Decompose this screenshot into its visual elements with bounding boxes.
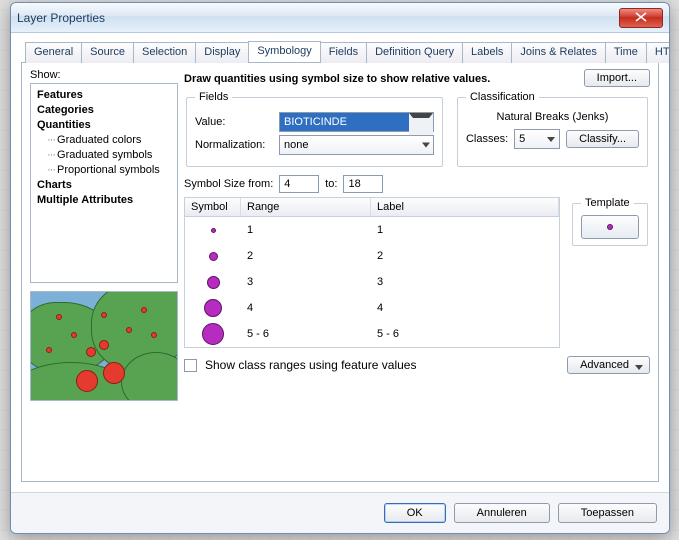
normalization-label: Normalization: xyxy=(195,139,273,151)
range-cell: 4 xyxy=(241,302,371,314)
show-tree[interactable]: FeaturesCategoriesQuantitiesGraduated co… xyxy=(30,83,178,283)
classify-button[interactable]: Classify... xyxy=(566,130,639,148)
cancel-button[interactable]: Annuleren xyxy=(454,503,550,523)
show-ranges-label: Show class ranges using feature values xyxy=(205,358,416,372)
description-text: Draw quantities using symbol size to sho… xyxy=(184,71,584,85)
symbol-icon xyxy=(202,323,224,345)
chevron-down-icon xyxy=(547,137,555,142)
label-cell: 3 xyxy=(371,276,559,288)
fields-group: Fields Value: BIOTICINDE Normalization: … xyxy=(186,91,443,167)
symbol-size-to-input[interactable] xyxy=(343,175,383,193)
tab-general[interactable]: General xyxy=(25,42,82,63)
table-row[interactable]: 22 xyxy=(185,243,559,269)
map-preview xyxy=(30,291,178,401)
right-column: Draw quantities using symbol size to sho… xyxy=(184,69,650,473)
col-range[interactable]: Range xyxy=(241,198,371,216)
tab-source[interactable]: Source xyxy=(81,42,134,63)
symbol-icon xyxy=(209,252,218,261)
tab-fields[interactable]: Fields xyxy=(320,42,367,63)
template-group: Template xyxy=(572,197,648,246)
show-item-proportional-symbols[interactable]: Proportional symbols xyxy=(37,163,171,178)
close-button[interactable] xyxy=(619,8,663,28)
symbol-icon xyxy=(204,299,222,317)
table-row[interactable]: 11 xyxy=(185,217,559,243)
fields-legend: Fields xyxy=(195,91,232,103)
label-cell: 2 xyxy=(371,250,559,262)
symbol-icon xyxy=(211,228,216,233)
chevron-down-icon xyxy=(422,143,430,148)
classes-combo[interactable]: 5 xyxy=(514,129,560,149)
dialog-button-row: OK Annuleren Toepassen xyxy=(11,492,669,533)
tab-joins-relates[interactable]: Joins & Relates xyxy=(511,42,605,63)
classification-group: Classification Natural Breaks (Jenks) Cl… xyxy=(457,91,648,167)
classification-legend: Classification xyxy=(466,91,539,103)
tab-symbology: Show: FeaturesCategoriesQuantitiesGradua… xyxy=(21,63,659,482)
left-column: Show: FeaturesCategoriesQuantitiesGradua… xyxy=(30,69,178,473)
symbol-size-to-label: to: xyxy=(325,178,337,190)
tab-symbology[interactable]: Symbology xyxy=(248,41,320,62)
range-cell: 2 xyxy=(241,250,371,262)
close-icon xyxy=(635,11,647,25)
tab-selection[interactable]: Selection xyxy=(133,42,196,63)
value-label: Value: xyxy=(195,116,273,128)
label-cell: 1 xyxy=(371,224,559,236)
table-row[interactable]: 44 xyxy=(185,295,559,321)
show-item-graduated-symbols[interactable]: Graduated symbols xyxy=(37,148,171,163)
show-group-charts[interactable]: Charts xyxy=(37,178,171,193)
show-group-quantities[interactable]: Quantities xyxy=(37,118,171,133)
template-swatch[interactable] xyxy=(581,215,639,239)
template-symbol-icon xyxy=(607,224,613,230)
window-title: Layer Properties xyxy=(17,11,619,25)
show-label: Show: xyxy=(30,69,178,81)
tab-display[interactable]: Display xyxy=(195,42,249,63)
tab-labels[interactable]: Labels xyxy=(462,42,512,63)
symbol-size-from-input[interactable] xyxy=(279,175,319,193)
tab-definition-query[interactable]: Definition Query xyxy=(366,42,463,63)
classes-table[interactable]: Symbol Range Label 112233445 - 65 - 6 xyxy=(184,197,560,348)
import-button[interactable]: Import... xyxy=(584,69,650,87)
range-cell: 5 - 6 xyxy=(241,328,371,340)
table-row[interactable]: 5 - 65 - 6 xyxy=(185,321,559,347)
show-ranges-checkbox[interactable] xyxy=(184,359,197,372)
layer-properties-dialog: Layer Properties GeneralSourceSelectionD… xyxy=(10,2,670,534)
dialog-body: GeneralSourceSelectionDisplaySymbologyFi… xyxy=(11,33,669,492)
show-item-graduated-colors[interactable]: Graduated colors xyxy=(37,133,171,148)
ok-button[interactable]: OK xyxy=(384,503,446,523)
symbol-icon xyxy=(207,276,220,289)
symbol-size-from-label: Symbol Size from: xyxy=(184,178,273,190)
col-symbol[interactable]: Symbol xyxy=(185,198,241,216)
classes-label: Classes: xyxy=(466,133,508,145)
classes-combo-text: 5 xyxy=(519,133,525,145)
tabstrip: GeneralSourceSelectionDisplaySymbologyFi… xyxy=(21,41,659,63)
show-group-categories[interactable]: Categories xyxy=(37,103,171,118)
col-label[interactable]: Label xyxy=(371,198,559,216)
normalization-combo-text: none xyxy=(284,139,308,151)
classification-method: Natural Breaks (Jenks) xyxy=(466,111,639,123)
normalization-combo[interactable]: none xyxy=(279,135,434,155)
tab-time[interactable]: Time xyxy=(605,42,647,63)
label-cell: 4 xyxy=(371,302,559,314)
label-cell: 5 - 6 xyxy=(371,328,559,340)
advanced-button[interactable]: Advanced xyxy=(567,356,650,374)
value-combo-text: BIOTICINDE xyxy=(284,116,347,128)
tab-html-popup[interactable]: HTML Popup xyxy=(646,42,670,63)
apply-button[interactable]: Toepassen xyxy=(558,503,657,523)
range-cell: 3 xyxy=(241,276,371,288)
show-group-multiple-attributes[interactable]: Multiple Attributes xyxy=(37,193,171,208)
table-row[interactable]: 33 xyxy=(185,269,559,295)
titlebar[interactable]: Layer Properties xyxy=(11,3,669,33)
show-group-features[interactable]: Features xyxy=(37,88,171,103)
value-combo[interactable]: BIOTICINDE xyxy=(279,112,434,132)
range-cell: 1 xyxy=(241,224,371,236)
template-legend: Template xyxy=(581,197,634,209)
